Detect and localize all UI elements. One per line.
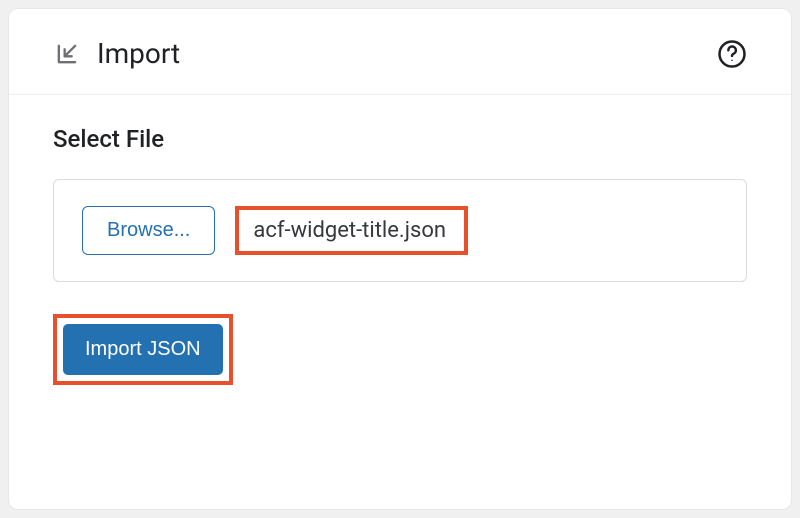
filename-highlight: acf-widget-title.json	[235, 206, 468, 255]
card-header: Import	[9, 9, 791, 95]
browse-button[interactable]: Browse...	[82, 206, 215, 255]
import-icon	[53, 40, 81, 68]
help-icon[interactable]	[717, 39, 747, 69]
header-title: Import	[97, 37, 180, 70]
import-button-highlight: Import JSON	[53, 314, 233, 385]
import-card: Import Select File Browse... acf-widget-…	[8, 8, 792, 510]
selected-filename: acf-widget-title.json	[253, 218, 446, 243]
import-json-button[interactable]: Import JSON	[63, 324, 223, 375]
section-label: Select File	[53, 125, 747, 153]
card-body: Select File Browse... acf-widget-title.j…	[9, 95, 791, 425]
file-input-row: Browse... acf-widget-title.json	[53, 179, 747, 282]
header-left: Import	[53, 37, 180, 70]
